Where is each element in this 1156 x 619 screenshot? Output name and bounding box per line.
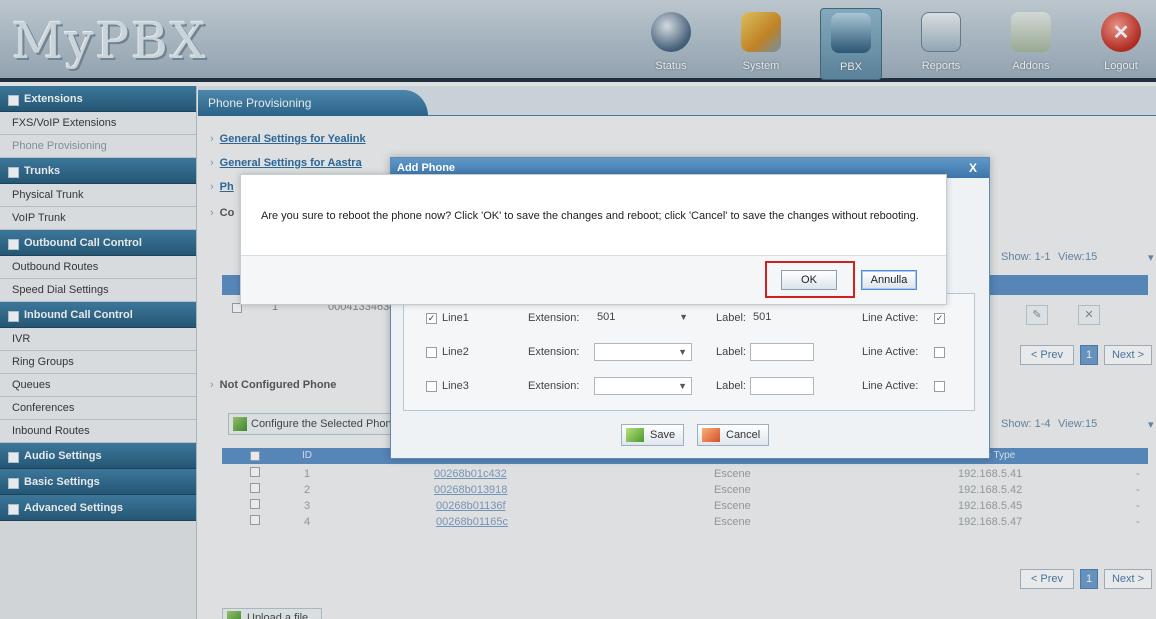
line1-label-input[interactable]: 501 <box>750 309 814 327</box>
line1-label-label: Label: <box>716 312 746 324</box>
line1-active-label: Line Active: <box>862 312 919 324</box>
line3-active-checkbox[interactable] <box>934 381 945 392</box>
cancel-icon <box>702 428 720 442</box>
line2-label-label: Label: <box>716 346 746 358</box>
line2-label-input[interactable] <box>750 343 814 361</box>
line2-checkbox[interactable] <box>426 347 437 358</box>
line3-extension-select[interactable]: ▼ <box>594 377 692 395</box>
line2-extension-label: Extension: <box>528 346 580 358</box>
line2-label: Line2 <box>442 346 469 358</box>
line-row-3: Line3 Extension: ▼ Label: Line Active: <box>404 376 976 400</box>
line2-active-checkbox[interactable] <box>934 347 945 358</box>
line3-label: Line3 <box>442 380 469 392</box>
cancel-label: Cancel <box>726 429 761 441</box>
line1-extension-select[interactable]: 501 ▼ <box>594 309 692 327</box>
line1-extension-value: 501 <box>597 311 616 323</box>
line3-active-label: Line Active: <box>862 380 919 392</box>
line1-active-checkbox[interactable]: ✓ <box>934 313 945 324</box>
ok-button[interactable]: OK <box>781 270 837 290</box>
line3-extension-label: Extension: <box>528 380 580 392</box>
line-row-1: ✓ Line1 Extension: 501 ▼ Label: 501 Line… <box>404 308 976 332</box>
line2-active-label: Line Active: <box>862 346 919 358</box>
line1-extension-label: Extension: <box>528 312 580 324</box>
line3-label-label: Label: <box>716 380 746 392</box>
chevron-down-icon: ▼ <box>678 347 687 357</box>
add-phone-title: Add Phone <box>397 162 456 174</box>
lines-fieldset: ✓ Line1 Extension: 501 ▼ Label: 501 Line… <box>403 293 975 411</box>
close-icon[interactable]: X <box>969 158 977 178</box>
line1-label: Line1 <box>442 312 469 324</box>
chevron-down-icon: ▼ <box>678 381 687 391</box>
save-label: Save <box>650 429 676 441</box>
annulla-button[interactable]: Annulla <box>861 270 917 290</box>
line-row-2: Line2 Extension: ▼ Label: Line Active: <box>404 342 976 366</box>
chevron-down-icon: ▼ <box>679 312 688 322</box>
line3-checkbox[interactable] <box>426 381 437 392</box>
confirm-message: Are you sure to reboot the phone now? Cl… <box>261 210 919 222</box>
line2-extension-select[interactable]: ▼ <box>594 343 692 361</box>
save-icon <box>626 428 644 442</box>
save-button[interactable]: Save <box>621 424 685 446</box>
line3-label-input[interactable] <box>750 377 814 395</box>
line1-checkbox[interactable]: ✓ <box>426 313 437 324</box>
cancel-button[interactable]: Cancel <box>697 424 770 446</box>
reboot-confirm-dialog: Are you sure to reboot the phone now? Cl… <box>240 174 947 305</box>
